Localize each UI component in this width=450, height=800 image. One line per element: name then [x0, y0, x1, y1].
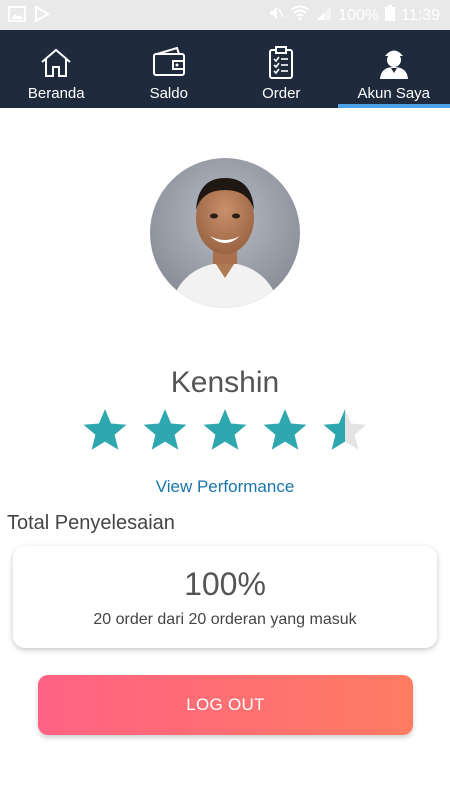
logout-button[interactable]: LOG OUT: [38, 675, 413, 735]
battery-icon: [385, 5, 396, 26]
wifi-icon: [290, 5, 310, 26]
star-icon: [263, 409, 307, 450]
completion-card: 100% 20 order dari 20 orderan yang masuk: [13, 546, 437, 648]
star-icon: [143, 409, 187, 450]
half-star-icon: [323, 409, 367, 450]
clock: 11:39: [401, 6, 440, 24]
nav-item-order[interactable]: Order: [225, 30, 338, 108]
profile-avatar: [150, 158, 300, 308]
completion-section-title: Total Penyelesaian: [7, 512, 175, 534]
star-icon: [203, 409, 247, 450]
image-icon: [8, 6, 26, 27]
nav-item-saldo[interactable]: Saldo: [113, 30, 226, 108]
nav-item-akun-saya[interactable]: Akun Saya: [337, 30, 450, 108]
nav-label-beranda: Beranda: [27, 85, 85, 102]
play-store-icon: [34, 5, 50, 27]
user-account-icon: [379, 50, 408, 79]
completion-description: 20 order dari 20 orderan yang masuk: [93, 611, 357, 628]
top-navigation-bar: Beranda Saldo Order Akun Saya: [0, 30, 450, 108]
profile-name: Kenshin: [170, 366, 280, 399]
star-icon: [83, 409, 127, 450]
signal-icon: [316, 5, 332, 26]
home-icon: [41, 48, 71, 77]
nav-item-beranda[interactable]: Beranda: [0, 30, 113, 108]
nav-label-akun-saya: Akun Saya: [357, 85, 431, 102]
battery-percentage: 100%: [338, 6, 380, 24]
wallet-icon: [152, 46, 185, 76]
completion-percentage: 100%: [184, 566, 266, 602]
mute-icon: [268, 5, 284, 26]
nav-label-saldo: Saldo: [149, 85, 188, 102]
nav-label-order: Order: [262, 85, 301, 102]
clipboard-icon: [269, 46, 294, 79]
logout-label: LOG OUT: [186, 695, 265, 714]
status-bar: 100% 11:39: [0, 0, 450, 30]
rating-stars: [80, 406, 370, 456]
view-performance-link[interactable]: View Performance: [0, 477, 450, 497]
